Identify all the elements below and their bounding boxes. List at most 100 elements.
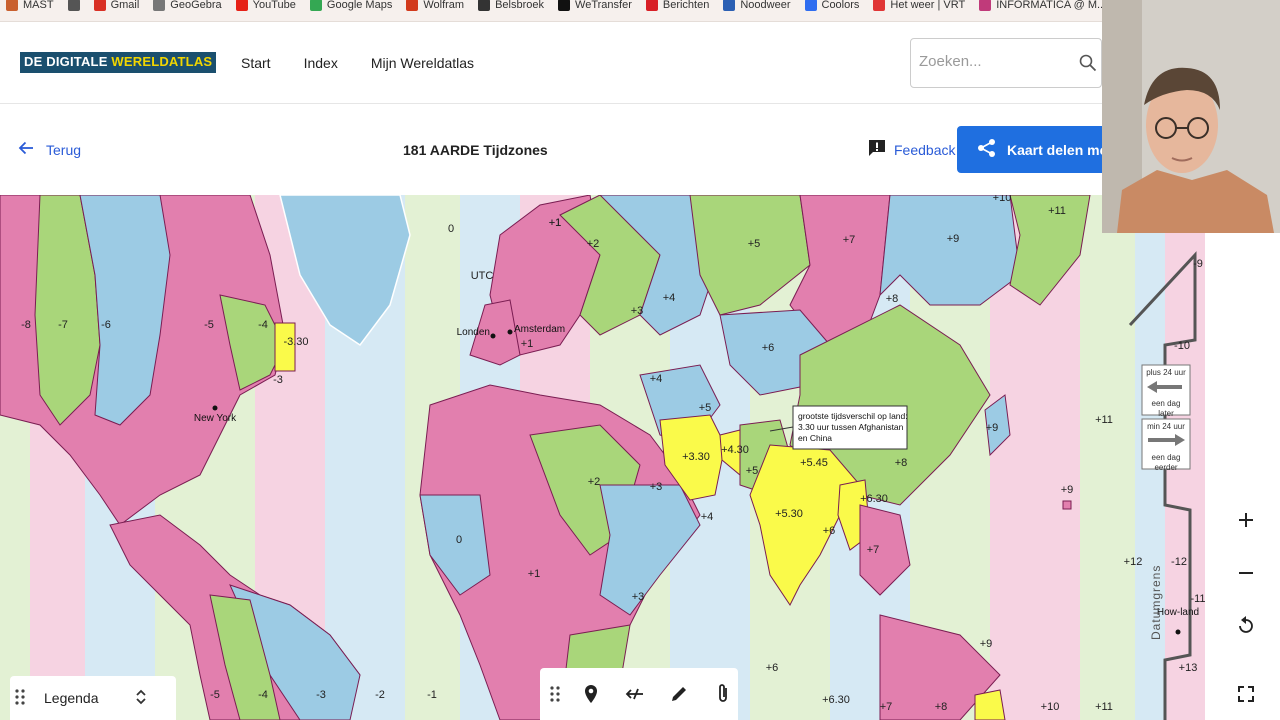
bookmark-favicon-icon (873, 0, 886, 11)
bookmark-item[interactable]: Gmail (93, 0, 139, 11)
bookmark-item[interactable]: INFORMATICA @ M... (979, 0, 1102, 11)
zone-label: -4 (258, 319, 268, 331)
back-label: Terug (46, 141, 82, 158)
zoom-in-button[interactable] (1228, 502, 1264, 538)
back-button[interactable]: Terug (18, 141, 81, 158)
webcam-overlay (1102, 0, 1280, 233)
dateline-label: Datumgrens (1149, 565, 1163, 640)
share-icon (977, 138, 997, 161)
search-icon[interactable] (1079, 54, 1097, 77)
zone-label: +8 (895, 457, 908, 469)
feedback-icon (868, 139, 886, 160)
bookmark-item[interactable]: Noodweer (723, 0, 791, 11)
zone-label: +9 (1061, 484, 1074, 496)
dateline-note-text: eerder (1154, 463, 1177, 472)
search-box (910, 38, 1102, 88)
zone-label: +2 (588, 476, 601, 488)
bookmark-item[interactable]: Belsbroek (478, 0, 544, 11)
zone-label: +5.45 (800, 457, 828, 469)
map-canvas[interactable]: -8 -7 -6 -5 -4 -3.30 -3 0 UTC +1 +2 +3 +4 +5 +6 +7 +8 +9 +… (0, 195, 1205, 720)
bookmark-label: WeTransfer (575, 0, 632, 11)
zone-label: +13 (1179, 662, 1198, 674)
bookmark-item[interactable]: GeoGebra (153, 0, 222, 11)
zone-label: +3 (632, 591, 645, 603)
fullscreen-button[interactable] (1228, 676, 1264, 712)
measure-distance-icon[interactable] (620, 679, 650, 709)
legend-panel[interactable]: Legenda (10, 676, 176, 720)
grid-icon (67, 0, 80, 11)
bookmark-label: Coolors (821, 0, 860, 11)
bookmarks-bar: MAST Gmail GeoGebra YouTube Google Maps Wolfr… (0, 0, 1102, 22)
bookmark-item[interactable]: WeTransfer (558, 0, 632, 11)
zone-label: +12 (1124, 556, 1143, 568)
expand-collapse-icon[interactable] (135, 688, 147, 709)
bookmark-item[interactable] (67, 0, 80, 11)
bookmark-favicon-icon (723, 0, 736, 11)
callout-text: en China (798, 433, 832, 443)
zone-label: -10 (1174, 340, 1190, 352)
presenter-image (1102, 0, 1280, 233)
tools-drag-handle-icon[interactable] (548, 679, 562, 709)
zone-label: +4 (663, 292, 676, 304)
bookmark-label: Wolfram (423, 0, 465, 11)
bookmark-item[interactable]: Coolors (804, 0, 860, 11)
drag-handle-icon[interactable] (14, 688, 26, 709)
zone-label: +5 (746, 465, 759, 477)
city-label: Amsterdam (514, 324, 565, 335)
bookmark-label: YouTube (252, 0, 296, 11)
zone-label: -3 (316, 689, 326, 701)
bookmark-favicon-icon (235, 0, 248, 11)
dateline-note-text: een dag (1152, 399, 1181, 408)
zoom-out-button[interactable] (1228, 555, 1264, 591)
nav-start[interactable]: Start (241, 55, 271, 71)
bookmark-item[interactable]: Berichten (645, 0, 710, 11)
zone-label: +3.30 (682, 451, 710, 463)
bookmark-item[interactable]: Wolfram (406, 0, 464, 11)
zone-label: -3 (273, 374, 283, 386)
fullscreen-icon (1238, 686, 1254, 702)
zone-label: 0 (448, 223, 454, 235)
zone-label: +1 (521, 338, 534, 350)
dateline-note-text: plus 24 uur (1146, 368, 1186, 377)
nav-mijn-wereldatlas[interactable]: Mijn Wereldatlas (371, 55, 474, 71)
zone-label: -8 (21, 319, 31, 331)
zone-label: +5.30 (775, 508, 803, 520)
site-logo[interactable]: DE DIGITALE WERELDATLAS (20, 52, 217, 73)
bookmark-item[interactable]: MAST (6, 0, 54, 11)
bookmark-label: INFORMATICA @ M... (996, 0, 1102, 11)
zone-label: +7 (867, 544, 880, 556)
zone-label: +6 (762, 342, 775, 354)
zone-label: +10 (1041, 701, 1060, 713)
draw-pencil-icon[interactable] (664, 679, 694, 709)
map-controls-panel (1205, 233, 1280, 720)
zone-label: +1 (549, 217, 562, 229)
dateline-note-text: later (1158, 409, 1174, 418)
zone-label: +5 (748, 238, 761, 250)
zone-label: +8 (886, 293, 899, 305)
zone-label: UTC (471, 270, 494, 282)
zone-label: +8 (935, 701, 948, 713)
nav-index[interactable]: Index (304, 55, 338, 71)
bookmark-favicon-icon (979, 0, 992, 11)
share-map-button[interactable]: Kaart delen met l (957, 126, 1107, 173)
bookmark-label: Berichten (662, 0, 710, 11)
callout-text: grootste tijdsverschil op land: (798, 411, 908, 421)
timezone-map[interactable]: -8 -7 -6 -5 -4 -3.30 -3 0 UTC +1 +2 +3 +4 +5 +6 +7 +8 +9 +… (0, 195, 1205, 720)
attachment-icon[interactable] (708, 679, 738, 709)
search-input[interactable] (919, 53, 1069, 70)
reset-view-button[interactable] (1228, 608, 1264, 644)
zone-label: +3 (650, 481, 663, 493)
zone-label: -1 (427, 689, 437, 701)
bookmark-item[interactable]: YouTube (235, 0, 296, 11)
logo-text-2: WERELDATLAS (111, 54, 213, 69)
zone-label: +1 (528, 568, 541, 580)
feedback-button[interactable]: Feedback (868, 139, 955, 160)
bookmark-item[interactable]: Google Maps (309, 0, 392, 11)
bookmark-item[interactable]: Het weer | VRT (873, 0, 965, 11)
zone-label: +3 (631, 305, 644, 317)
bookmark-favicon-icon (153, 0, 166, 11)
location-pin-icon[interactable] (576, 679, 606, 709)
zone-label: +9 (947, 233, 960, 245)
bookmark-favicon-icon (804, 0, 817, 11)
bookmark-favicon-icon (478, 0, 491, 11)
